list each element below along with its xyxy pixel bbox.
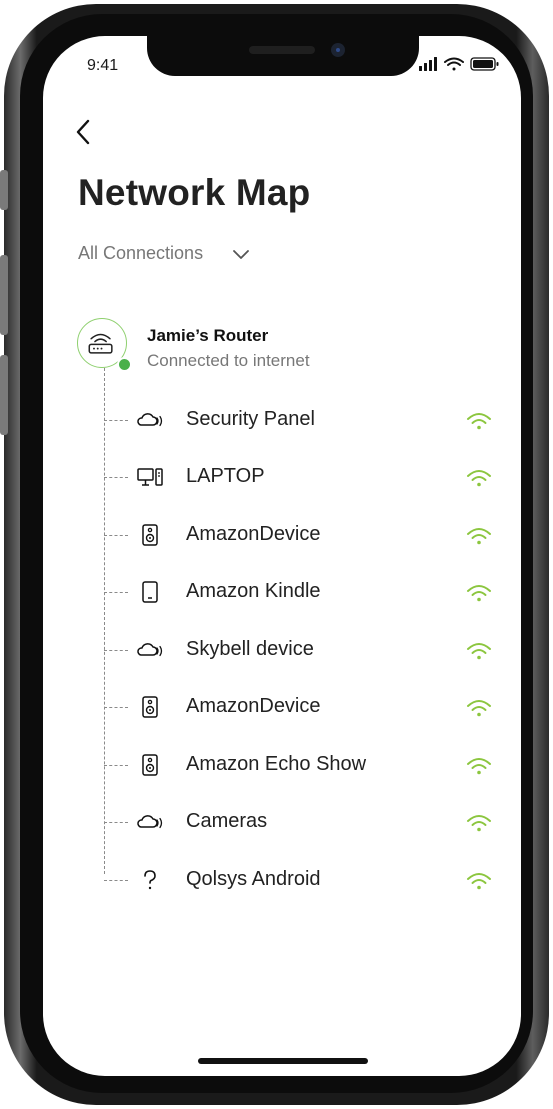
tree-connector xyxy=(104,368,105,874)
status-icons xyxy=(419,57,499,71)
silent-switch xyxy=(0,170,8,210)
cloud-wireless-icon xyxy=(137,815,163,829)
volume-down-button xyxy=(0,355,8,435)
device-name: LAPTOP xyxy=(186,465,265,487)
device-name: Amazon Kindle xyxy=(186,580,321,602)
tree-branch xyxy=(104,707,128,708)
page-title: Network Map xyxy=(78,172,311,213)
speaker-icon xyxy=(142,696,158,718)
tree-branch xyxy=(104,880,128,881)
tablet-icon xyxy=(142,581,158,603)
device-name: AmazonDevice xyxy=(186,695,321,717)
unknown-device-icon xyxy=(144,870,156,890)
device-row[interactable]: Amazon Echo Show xyxy=(104,745,504,785)
tree-branch xyxy=(104,592,128,593)
wifi-strong-icon xyxy=(467,528,491,545)
filter-selected-label: All Connections xyxy=(78,243,204,263)
chevron-left-icon[interactable] xyxy=(73,116,97,148)
device-name: Qolsys Android xyxy=(186,868,321,890)
home-indicator[interactable] xyxy=(198,1058,368,1064)
device-name: Security Panel xyxy=(186,408,315,430)
computer-icon xyxy=(137,468,163,486)
device-name: AmazonDevice xyxy=(186,523,321,545)
device-row[interactable]: Skybell device xyxy=(104,630,504,670)
tree-branch xyxy=(104,477,128,478)
cellular-signal-icon xyxy=(419,57,437,71)
device-name: Cameras xyxy=(186,810,268,832)
device-name: Amazon Echo Show xyxy=(186,753,367,775)
cloud-wireless-icon xyxy=(137,413,163,427)
connections-filter-dropdown[interactable]: All Connections xyxy=(78,243,203,264)
wifi-strong-icon xyxy=(467,470,491,487)
cloud-wireless-icon xyxy=(137,643,163,657)
router-online-indicator xyxy=(117,357,132,372)
device-row[interactable]: LAPTOP xyxy=(104,457,504,497)
wifi-strong-icon xyxy=(467,758,491,775)
speaker-icon xyxy=(142,524,158,546)
earpiece-speaker xyxy=(249,46,315,54)
wifi-strong-icon xyxy=(467,700,491,717)
wifi-strong-icon xyxy=(467,643,491,660)
speaker-icon xyxy=(142,754,158,776)
chevron-down-icon[interactable] xyxy=(231,249,251,261)
wifi-icon xyxy=(444,57,464,71)
wifi-strong-icon xyxy=(467,815,491,832)
notch xyxy=(147,36,419,76)
router-status: Connected to internet xyxy=(147,351,310,370)
device-row[interactable]: Security Panel xyxy=(104,400,504,440)
status-time: 9:41 xyxy=(87,57,119,74)
device-name: Skybell device xyxy=(186,638,314,660)
volume-up-button xyxy=(0,255,8,335)
device-row[interactable]: Cameras xyxy=(104,802,504,842)
battery-icon xyxy=(470,57,499,71)
device-row[interactable]: AmazonDevice xyxy=(104,687,504,727)
device-row[interactable]: Amazon Kindle xyxy=(104,572,504,612)
router-name[interactable]: Jamie’s Router xyxy=(147,326,268,346)
tree-branch xyxy=(104,650,128,651)
tree-branch xyxy=(104,822,128,823)
device-row[interactable]: Qolsys Android xyxy=(104,860,504,900)
tree-branch xyxy=(104,765,128,766)
wifi-strong-icon xyxy=(467,585,491,602)
front-camera xyxy=(331,43,345,57)
tree-branch xyxy=(104,535,128,536)
device-row[interactable]: AmazonDevice xyxy=(104,515,504,555)
wifi-strong-icon xyxy=(467,873,491,890)
tree-branch xyxy=(104,420,128,421)
screen: 9:41 Network Map All Connections Jamie’s… xyxy=(43,36,521,1076)
wifi-strong-icon xyxy=(467,413,491,430)
